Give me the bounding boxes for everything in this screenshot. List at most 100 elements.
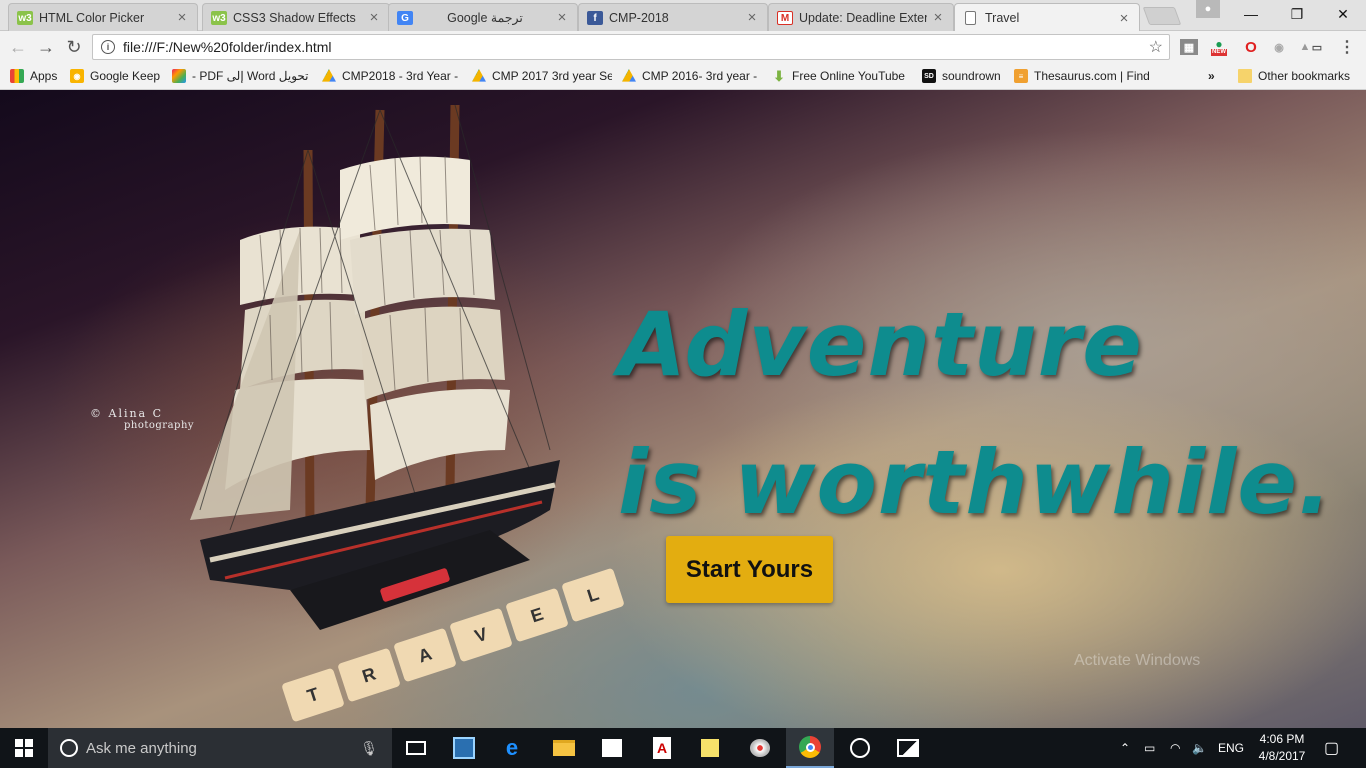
chrome-icon <box>799 736 821 758</box>
close-window-button[interactable]: ✕ <box>1320 0 1366 28</box>
paint-icon <box>750 739 770 757</box>
close-icon[interactable]: × <box>931 9 945 26</box>
bookmark-thesaurus[interactable]: ≡ Thesaurus.com | Find <box>1014 67 1150 85</box>
page-icon <box>965 11 976 25</box>
taskbar-sticky-notes[interactable] <box>686 728 734 768</box>
sticky-notes-icon <box>701 739 719 757</box>
bookmark-cmp2016[interactable]: CMP 2016- 3rd year - <box>622 67 762 85</box>
task-view-icon <box>406 741 426 755</box>
photo-credit-text: © Alina C <box>90 407 164 420</box>
forward-button[interactable]: → <box>34 35 58 59</box>
wifi-icon[interactable]: ◠ <box>1170 728 1180 768</box>
gmail-icon: M <box>777 11 793 25</box>
opera-icon[interactable]: O <box>1242 39 1260 56</box>
bookmark-label: Google Keep <box>90 69 161 83</box>
minimize-button[interactable]: — <box>1228 0 1274 28</box>
hero-headline: Adventure is worthwhile. <box>618 276 1332 552</box>
store-icon <box>602 739 622 757</box>
close-icon[interactable]: × <box>175 9 189 26</box>
sd-icon: SD <box>922 69 936 83</box>
extension-new-icon[interactable]: ● NEW <box>1210 38 1228 56</box>
tab-css3-shadow-effects[interactable]: w3 CSS3 Shadow Effects × <box>202 3 390 31</box>
battery-icon[interactable]: ▭ <box>1144 728 1155 768</box>
keep-icon: ◉ <box>70 69 84 83</box>
start-yours-button[interactable]: Start Yours <box>666 536 833 603</box>
colorful-icon <box>172 69 186 83</box>
address-bar[interactable]: i file:///F:/New%20folder/index.html ☆ <box>92 34 1170 60</box>
tab-gmail-update[interactable]: M Update: Deadline Extenc × <box>768 3 954 31</box>
back-button[interactable]: ← <box>6 35 30 59</box>
cast-icon[interactable]: ▭ <box>1308 39 1326 55</box>
taskbar-edge[interactable]: e <box>488 728 536 768</box>
reload-button[interactable]: ↻ <box>62 35 86 59</box>
bookmark-apps[interactable]: Apps <box>10 67 57 85</box>
taskbar-acrobat[interactable]: A <box>638 728 686 768</box>
task-view-button[interactable] <box>392 728 440 768</box>
close-icon[interactable]: × <box>555 9 569 26</box>
folder-icon <box>1238 69 1252 83</box>
bookmark-label: CMP 2017 3rd year Se <box>492 69 612 83</box>
start-button[interactable] <box>0 728 48 768</box>
language-indicator[interactable]: ENG <box>1218 728 1244 768</box>
bookmark-cmp2018[interactable]: CMP2018 - 3rd Year - <box>322 67 462 85</box>
taskbar-photos[interactable] <box>884 728 932 768</box>
more-bookmarks-button[interactable]: » <box>1208 67 1215 85</box>
headline-line-2: is worthwhile. <box>618 431 1333 534</box>
headline-line-1: Adventure <box>618 293 1143 396</box>
bookmark-word-to-pdf[interactable]: تحويل Word إلى PDF - <box>172 67 318 85</box>
search-placeholder: Ask me anything <box>86 739 197 757</box>
ship-model-image <box>190 104 560 630</box>
tile-r: R <box>337 647 401 703</box>
clock[interactable]: 4:06 PM 4/8/2017 <box>1252 731 1312 765</box>
new-badge: NEW <box>1211 48 1227 56</box>
new-tab-button[interactable] <box>1142 7 1182 25</box>
bookmark-label: Apps <box>30 69 58 83</box>
bookmarks-bar: Apps ◉ Google Keep تحويل Word إلى PDF - … <box>0 63 1366 90</box>
cortana-search[interactable]: Ask me anything 🎙 <box>48 728 392 768</box>
bookmark-google-keep[interactable]: ◉ Google Keep <box>70 67 160 85</box>
tab-travel[interactable]: Travel × <box>954 3 1140 32</box>
bookmark-label: Free Online YouTube <box>792 69 905 83</box>
tab-label: Google ترجمة <box>447 11 523 25</box>
tab-label: Travel <box>985 11 1020 25</box>
taskbar-file-explorer[interactable] <box>540 728 588 768</box>
url-text[interactable]: file:///F:/New%20folder/index.html <box>123 39 1149 55</box>
action-center-icon[interactable]: ▢ <box>1324 728 1339 768</box>
tab-label: CSS3 Shadow Effects <box>233 10 356 25</box>
tab-cmp-2018[interactable]: f CMP-2018 × <box>578 3 768 31</box>
edge-icon: e <box>505 735 519 760</box>
tab-html-color-picker[interactable]: w3 HTML Color Picker × <box>8 3 198 31</box>
w3schools-icon: w3 <box>17 11 33 25</box>
bookmark-cmp2017[interactable]: CMP 2017 3rd year Se <box>472 67 612 85</box>
pdf-icon: A <box>653 737 671 759</box>
bookmark-label: soundrown <box>942 69 1001 83</box>
taskbar-paint[interactable] <box>736 728 784 768</box>
extension-icon[interactable]: ▦ <box>1180 39 1198 55</box>
taskbar-alarms[interactable] <box>836 728 884 768</box>
alarm-clock-icon <box>850 738 870 758</box>
bookmark-youtube-downloader[interactable]: ⬇ Free Online YouTube <box>772 67 910 85</box>
tab-strip: w3 HTML Color Picker × w3 CSS3 Shadow Ef… <box>0 0 1366 32</box>
profile-icon[interactable]: ● <box>1196 0 1220 18</box>
microphone-icon[interactable]: 🎙 <box>360 740 378 757</box>
facebook-icon: f <box>587 11 603 25</box>
volume-icon[interactable]: 🔈 <box>1192 728 1207 768</box>
clock-date: 4/8/2017 <box>1258 749 1306 763</box>
tab-google-translate[interactable]: G Google ترجمة × <box>388 3 578 31</box>
taskbar-store[interactable] <box>588 728 636 768</box>
bookmark-label: CMP2018 - 3rd Year - <box>342 69 459 83</box>
info-icon[interactable]: i <box>101 40 115 54</box>
activate-windows-watermark: Activate Windows <box>1074 652 1201 669</box>
other-bookmarks[interactable]: Other bookmarks <box>1238 67 1350 85</box>
bookmark-star-icon[interactable]: ☆ <box>1149 37 1163 57</box>
bookmark-soundrown[interactable]: SD soundrown <box>922 67 1001 85</box>
close-icon[interactable]: × <box>367 9 381 26</box>
show-hidden-icons[interactable]: ⌃ <box>1120 728 1130 768</box>
taskbar-app-1[interactable] <box>440 728 488 768</box>
extension-gray-icon[interactable]: ◉ <box>1270 39 1288 55</box>
close-icon[interactable]: × <box>745 9 759 26</box>
restore-button[interactable]: ❐ <box>1274 0 1320 28</box>
close-icon[interactable]: × <box>1117 10 1131 27</box>
menu-icon[interactable]: ⋮ <box>1338 39 1356 56</box>
taskbar-chrome[interactable] <box>786 728 834 768</box>
